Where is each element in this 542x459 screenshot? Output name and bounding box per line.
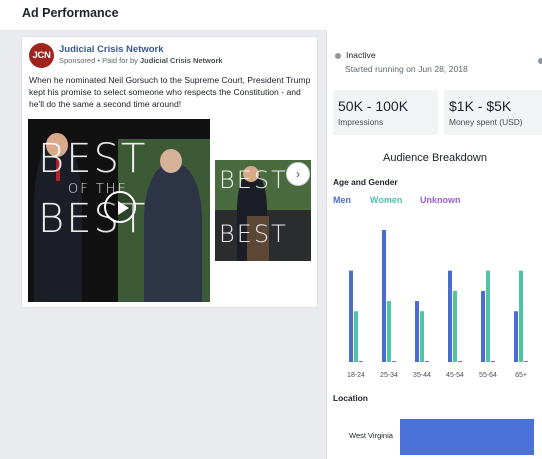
status-row: Inactive [335, 50, 376, 60]
bar-men-25-34[interactable] [382, 230, 386, 362]
location-bar[interactable] [400, 419, 534, 455]
x-tick-label: 45-54 [446, 372, 464, 379]
spend-label: Money spent (USD) [449, 117, 523, 127]
location-title: Location [333, 393, 368, 403]
more-options-icon[interactable] [538, 58, 542, 64]
bar-men-55-64[interactable] [481, 290, 485, 362]
impressions-card: 50K - 100K Impressions [333, 90, 438, 135]
carousel-next-button[interactable]: › [286, 162, 310, 186]
sponsored-line: Sponsored • Paid for by Judicial Crisis … [59, 56, 223, 65]
bar-unknown-65+[interactable] [524, 360, 528, 362]
bar-unknown-45-54[interactable] [458, 360, 462, 362]
overlay-text-5: BEST [219, 220, 288, 248]
legend-unknown[interactable]: Unknown [420, 195, 461, 205]
status-dot-icon [335, 52, 341, 59]
bar-women-18-24[interactable] [354, 311, 358, 362]
legend-men[interactable]: Men [333, 195, 351, 205]
age-gender-chart: 18-24 25-34 35-44 45-54 55-64 65+ [347, 230, 528, 379]
location-label: West Virginia [349, 431, 393, 440]
x-tick-label: 55-64 [479, 372, 497, 379]
x-tick-label: 65+ [515, 372, 527, 379]
paid-for-prefix: • Paid for by [95, 56, 141, 65]
x-tick-label: 35-44 [413, 372, 431, 379]
bar-women-55-64[interactable] [486, 270, 490, 362]
bar-unknown-25-34[interactable] [392, 360, 396, 362]
started-date: Started running on Jun 28, 2018 [345, 64, 468, 74]
bar-women-25-34[interactable] [387, 301, 391, 362]
bar-unknown-55-64[interactable] [491, 360, 495, 362]
bar-unknown-35-44[interactable] [425, 360, 429, 362]
age-gender-title: Age and Gender [333, 177, 398, 187]
bar-unknown-18-24[interactable] [359, 360, 363, 362]
bar-men-65+[interactable] [514, 311, 518, 362]
page-title: Ad Performance [22, 6, 119, 20]
ad-card: JCN Judicial Crisis Network Sponsored • … [21, 36, 318, 308]
header: Ad Performance [0, 0, 542, 30]
bar-men-18-24[interactable] [349, 270, 353, 362]
overlay-text-1: BEST [38, 136, 148, 182]
sponsored-label: Sponsored [59, 56, 96, 65]
x-tick-label: 25-34 [380, 372, 398, 379]
page-name-link[interactable]: Judicial Crisis Network [59, 44, 164, 55]
status-text: Inactive [346, 50, 376, 60]
avatar[interactable]: JCN [29, 43, 54, 68]
video-thumbnail[interactable]: BEST OF THE BEST [28, 119, 210, 302]
x-tick-label: 18-24 [347, 372, 365, 379]
play-icon[interactable] [104, 191, 136, 223]
bar-men-35-44[interactable] [415, 301, 419, 362]
paid-for-by[interactable]: Judicial Crisis Network [140, 56, 223, 65]
legend-women[interactable]: Women [370, 195, 402, 205]
ad-body-text: When he nominated Neil Gorsuch to the Su… [29, 75, 311, 109]
audience-title: Audience Breakdown [383, 152, 487, 164]
chevron-right-icon: › [296, 167, 300, 181]
impressions-value: 50K - 100K [338, 98, 409, 114]
impressions-label: Impressions [338, 117, 384, 127]
performance-panel: Inactive Started running on Jun 28, 2018… [326, 30, 542, 459]
spend-value: $1K - $5K [449, 98, 512, 114]
bar-women-35-44[interactable] [420, 311, 424, 362]
overlay-text-4: BEST [219, 166, 288, 194]
figure-head-right [160, 149, 182, 173]
bar-men-45-54[interactable] [448, 270, 452, 362]
bar-women-65+[interactable] [519, 270, 523, 362]
figure-right [144, 165, 202, 302]
bar-women-45-54[interactable] [453, 290, 457, 362]
spend-card: $1K - $5K Money spent (USD) [444, 90, 542, 135]
